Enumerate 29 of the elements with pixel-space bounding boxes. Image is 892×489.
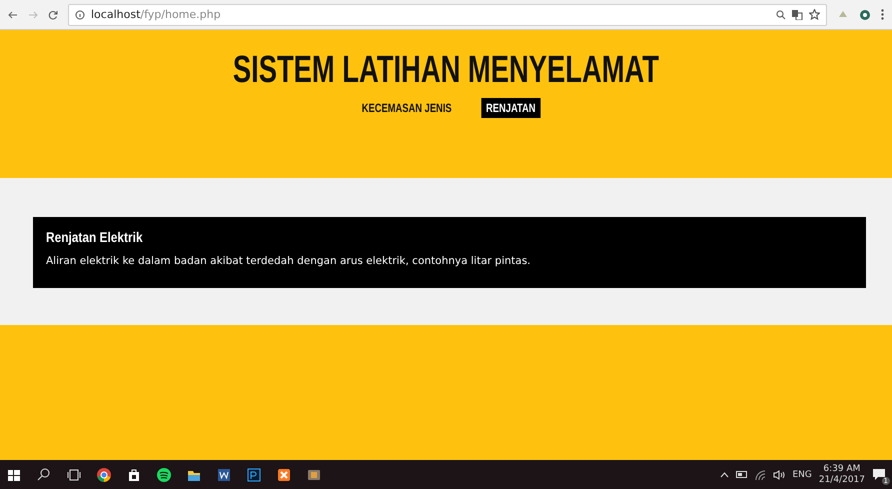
clock[interactable]: 6:39 AM 21/4/2017 — [818, 464, 865, 486]
zoom-icon[interactable] — [776, 10, 786, 20]
reload-icon[interactable] — [48, 10, 58, 20]
music-icon[interactable] — [156, 466, 172, 482]
card-title: Renjatan Elektrik — [46, 229, 144, 245]
menu-icon[interactable] — [881, 9, 884, 20]
nav-link[interactable]: KECEMASAN JENIS — [357, 98, 456, 118]
task-view-icon[interactable] — [66, 466, 82, 482]
search-icon[interactable] — [36, 466, 52, 482]
photoshop-icon[interactable] — [246, 466, 262, 482]
word-icon[interactable] — [216, 466, 232, 482]
info-icon — [75, 10, 85, 20]
store-icon[interactable] — [126, 466, 142, 482]
wifi-icon[interactable] — [755, 470, 766, 480]
card-text: Aliran elektrik ke dalam badan akibat terdedah dengan arus elektrik, contohnya litar pintas. — [46, 255, 532, 267]
language-indicator[interactable]: ENG — [792, 470, 812, 480]
chrome-icon[interactable] — [96, 466, 112, 482]
notification-icon[interactable] — [872, 468, 886, 481]
caret-icon[interactable] — [720, 472, 730, 478]
translate-icon[interactable] — [792, 10, 803, 20]
nav-link[interactable]: RENJATAN — [482, 98, 541, 118]
site-title: SISTEM LATIHAN MENYELAMAT — [232, 48, 660, 93]
battery-icon[interactable] — [736, 471, 748, 478]
xampp-icon[interactable] — [276, 466, 292, 482]
extension-icon[interactable] — [859, 8, 871, 20]
back-icon[interactable] — [8, 10, 18, 20]
address-field[interactable]: localhost/fyp/home.php — [68, 4, 827, 26]
star-icon[interactable] — [809, 9, 820, 20]
speaker-icon[interactable] — [773, 470, 786, 480]
